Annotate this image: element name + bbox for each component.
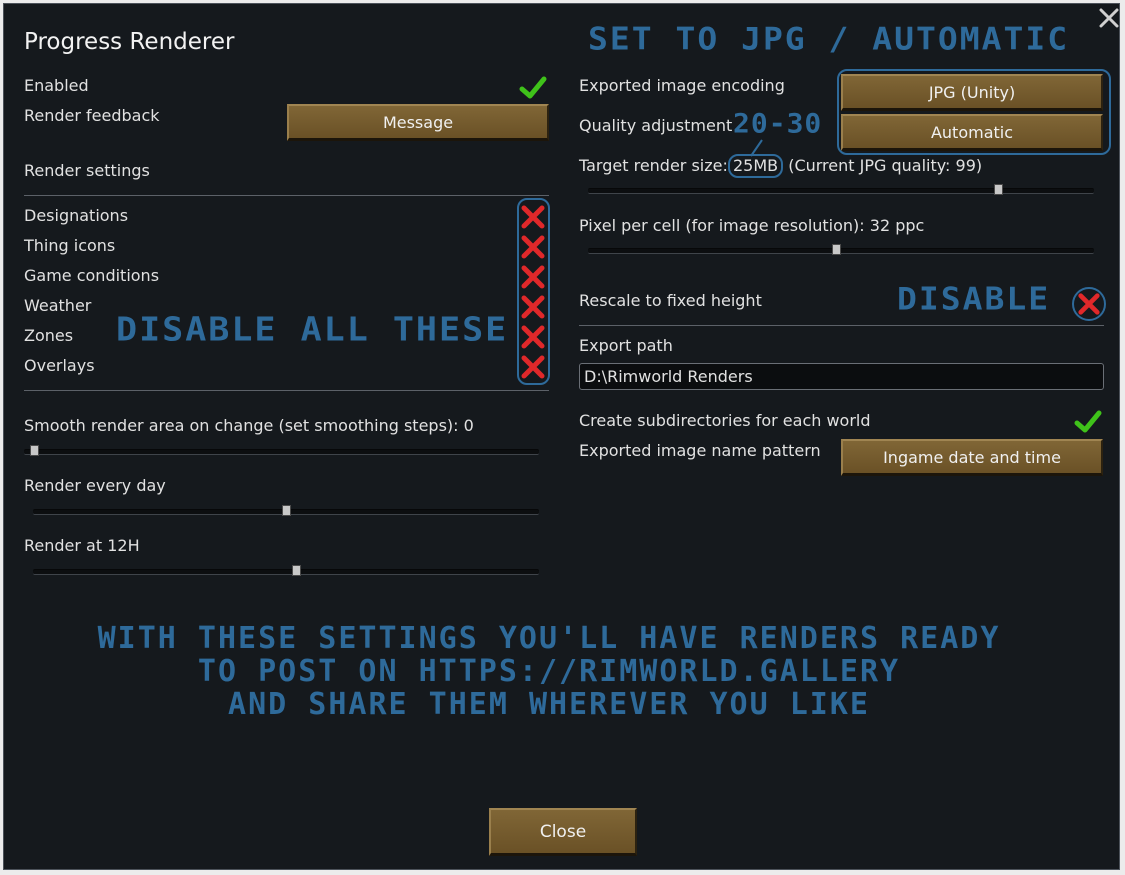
divider [24,390,549,391]
render-at-label: Render at 12H [24,536,140,555]
disable-all-annotation: Disable all these [116,311,509,349]
name-pattern-button[interactable]: Ingame date and time [841,439,1103,476]
target-size-suffix: (Current JPG quality: 99) [783,156,983,175]
ppc-slider[interactable] [588,244,1094,255]
top-annotation: Set to JPG / Automatic [588,20,1070,58]
target-size-prefix: Target render size: [579,156,733,175]
subdir-label: Create subdirectories for each world [579,411,871,430]
close-x-icon[interactable] [1097,6,1119,30]
slider-handle[interactable] [282,505,291,516]
close-button[interactable]: Close [489,808,637,856]
target-size-slider[interactable] [588,184,1094,195]
quality-annotation: 20-30 [733,107,823,140]
render-item-designations: Designations [24,206,129,225]
render-every-slider[interactable] [33,505,539,516]
mod-settings-window: Progress Renderer Enabled Render feedbac… [3,3,1120,870]
name-pattern-label: Exported image name pattern [579,441,821,460]
render-settings-heading: Render settings [24,161,150,180]
target-size-label: Target render size: 25MB (Current JPG qu… [579,154,983,178]
render-every-label: Render every day [24,476,166,495]
annotation-connector [750,139,763,157]
slider-handle[interactable] [993,184,1003,195]
slider-handle[interactable] [292,565,302,576]
divider [24,195,549,196]
slider-handle[interactable] [30,445,40,456]
smooth-steps-slider[interactable] [24,445,539,456]
render-item-game-conditions: Game conditions [24,266,160,285]
render-item-zones: Zones [24,326,74,345]
enabled-check-icon[interactable] [518,75,548,101]
render-at-slider[interactable] [33,565,539,576]
ppc-label: Pixel per cell (for image resolution): 3… [579,216,925,235]
enabled-label: Enabled [24,76,89,95]
smooth-steps-label: Smooth render area on change (set smooth… [24,416,474,435]
encoding-quality-outline [837,69,1111,155]
render-feedback-label: Render feedback [24,106,160,125]
quality-label: Quality adjustment [579,116,733,135]
window-title: Progress Renderer [24,29,235,55]
bottom-annotation: With these settings you'll have renders … [97,621,1001,722]
slider-handle[interactable] [831,244,841,255]
render-feedback-button[interactable]: Message [287,104,549,141]
render-item-thing-icons: Thing icons [24,236,116,255]
subdir-check-icon[interactable] [1073,409,1103,435]
disable-annotation: Disable [897,280,1051,318]
divider [579,325,1104,326]
encoding-label: Exported image encoding [579,76,785,95]
render-item-weather: Weather [24,296,92,315]
rescale-cross-icon[interactable] [1072,287,1106,321]
render-item-overlays: Overlays [24,356,95,375]
export-path-input[interactable] [579,363,1104,390]
export-path-label: Export path [579,336,673,355]
disable-all-outline [517,198,550,385]
rescale-label: Rescale to fixed height [579,291,762,310]
